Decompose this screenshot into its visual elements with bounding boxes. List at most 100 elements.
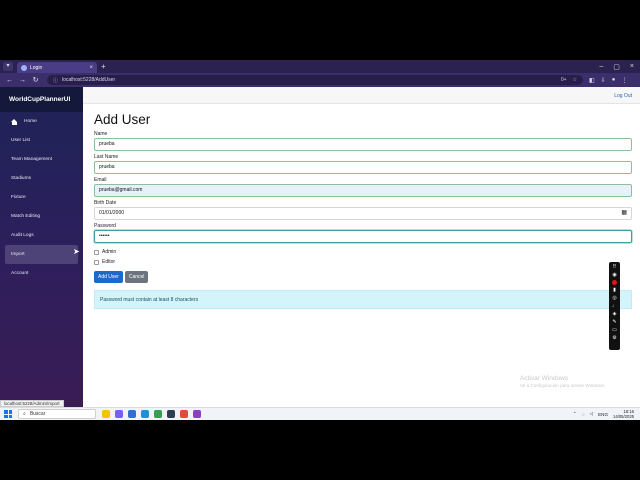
zoom-indicator[interactable]: 0+	[561, 77, 567, 83]
search-icon: ⌕	[23, 411, 26, 417]
reload-icon[interactable]: ↻	[32, 76, 39, 84]
favicon-icon	[21, 64, 27, 71]
sidebar-item-fixture[interactable]: Fixture	[0, 188, 83, 207]
draw-icon[interactable]: ✎	[612, 319, 616, 325]
watermark-title: Activar Windows	[520, 375, 569, 382]
network-icon[interactable]: ◌	[582, 412, 585, 417]
folder-icon[interactable]: ▭	[612, 327, 617, 333]
name-input[interactable]: prueba	[94, 138, 632, 151]
sidebar-item-home[interactable]: Home	[0, 112, 83, 131]
sidebar-item-audit-logs[interactable]: Audit Logs	[0, 226, 83, 245]
editor-label: Editor	[102, 259, 116, 265]
admin-checkbox[interactable]	[94, 249, 99, 255]
pause-icon[interactable]: ▮	[613, 287, 616, 293]
app-top-bar: Log Out	[83, 87, 640, 104]
admin-checkbox-row[interactable]: Admin	[94, 249, 634, 255]
email-label: Email	[94, 177, 107, 183]
volume-icon[interactable]: ◁	[590, 411, 594, 417]
clock-date: 14/05/2025	[613, 414, 634, 419]
grip-icon[interactable]: ⠿	[613, 264, 617, 270]
microphone-icon[interactable]: ♩	[612, 303, 617, 309]
forward-icon[interactable]: →	[19, 77, 26, 84]
window-controls: – ▢ ×	[599, 63, 634, 71]
browser-toolbar: ← → ↻ ⓘ localhost:5228/AddUser 0+ ☆ ◧ ⇩ …	[0, 73, 640, 87]
chrome-icon[interactable]	[180, 410, 188, 418]
audio-icon[interactable]: ◈	[613, 311, 617, 317]
bookmark-star-icon[interactable]: ☆	[573, 77, 577, 83]
email-input[interactable]: prueba@gmail.com	[94, 184, 632, 197]
sidebar-item-label: Home	[24, 119, 37, 124]
system-tray: ⌃ ◌ ◁ ENG 18:16 14/05/2025	[573, 409, 634, 419]
birth-date-input[interactable]: 01/01/2000 ▦	[94, 207, 632, 220]
cancel-button[interactable]: Cancel	[124, 271, 149, 283]
extensions-icon[interactable]: ◧	[589, 77, 595, 84]
browser-tab[interactable]: Login ×	[17, 62, 97, 73]
new-tab-icon[interactable]: +	[101, 62, 106, 71]
tray-chevron-icon[interactable]: ⌃	[573, 411, 577, 417]
profile-icon[interactable]: ●	[612, 77, 616, 84]
sidebar-item-stadiums[interactable]: Stadiums	[0, 169, 83, 188]
maximize-icon[interactable]: ▢	[613, 63, 620, 71]
browser-tab-bar: ▾ Login × + – ▢ ×	[0, 60, 640, 73]
clock[interactable]: 18:16 14/05/2025	[613, 409, 634, 419]
sidebar-nav: Home User List Team Management Stadiums …	[0, 112, 83, 283]
add-user-button[interactable]: Add User	[94, 271, 123, 283]
sidebar-item-team-management[interactable]: Team Management	[0, 150, 83, 169]
visual-studio-icon[interactable]	[193, 410, 201, 418]
sidebar-item-import[interactable]: Import	[5, 245, 78, 264]
taskbar-search[interactable]: ⌕ Buscar	[18, 409, 96, 419]
site-info-icon[interactable]: ⓘ	[53, 77, 58, 84]
recording-toolbar: ⠿ ◉ ▮ ◎ ♩ ◈ ✎ ▭ ⚙	[609, 262, 620, 350]
calendar-icon[interactable]: ▦	[621, 208, 627, 219]
windows-taskbar: ⌕ Buscar ⌃ ◌ ◁ ENG 18:16 14/05/2025	[0, 407, 640, 420]
birth-date-value: 01/01/2000	[99, 210, 125, 216]
home-icon	[11, 118, 18, 125]
address-bar[interactable]: ⓘ localhost:5228/AddUser 0+ ☆	[47, 75, 583, 85]
sidebar-item-user-list[interactable]: User List	[0, 131, 83, 150]
birth-date-label: Birth Date	[94, 200, 117, 206]
downloads-icon[interactable]: ⇩	[601, 77, 606, 84]
sidebar-item-match-editing[interactable]: Match Editing	[0, 207, 83, 226]
editor-checkbox[interactable]	[94, 259, 99, 265]
form-actions: Add User Cancel	[94, 271, 634, 283]
camera-icon[interactable]: ◉	[612, 272, 616, 278]
app-brand[interactable]: WorldCupPlannerUI	[0, 87, 83, 112]
url-text: localhost:5228/AddUser	[62, 77, 116, 83]
taskbar-apps	[102, 410, 201, 418]
password-label: Password	[94, 223, 116, 229]
webcam-icon[interactable]: ◎	[612, 295, 616, 301]
sidebar-item-account[interactable]: Account	[0, 264, 83, 283]
add-user-form: Add User Name prueba Last Name prueba Em…	[94, 112, 634, 309]
back-icon[interactable]: ←	[6, 77, 13, 84]
validation-alert: Password must contain at least 8 charact…	[94, 290, 632, 309]
record-icon[interactable]	[612, 280, 617, 285]
tab-close-icon[interactable]: ×	[89, 65, 93, 71]
admin-label: Admin	[102, 249, 117, 255]
language-indicator[interactable]: ENG	[598, 412, 608, 417]
weather-icon[interactable]	[102, 410, 110, 418]
minimize-icon[interactable]: –	[599, 63, 603, 71]
sidebar: WorldCupPlannerUI Home User List Team Ma…	[0, 87, 83, 407]
settings-icon[interactable]: ⚙	[612, 335, 616, 341]
watermark-subtitle: Ve a Configuración para activar Windows.	[520, 383, 606, 388]
terminal-icon[interactable]	[167, 410, 175, 418]
copilot-icon[interactable]	[115, 410, 123, 418]
password-input[interactable]: ••••••	[94, 230, 632, 243]
tab-search-icon[interactable]: ▾	[3, 62, 13, 71]
last-name-label: Last Name	[94, 154, 119, 160]
status-bar-url: localhost:5228/Admin/Import	[0, 400, 64, 407]
screen: ▾ Login × + – ▢ × ← → ↻ ⓘ localhost:5228…	[0, 60, 640, 420]
editor-checkbox-row[interactable]: Editor	[94, 259, 634, 265]
edge-icon[interactable]	[141, 410, 149, 418]
taskbar-search-placeholder: Buscar	[29, 411, 46, 417]
logout-link[interactable]: Log Out	[614, 93, 632, 99]
store-icon[interactable]	[154, 410, 162, 418]
mouse-pointer-icon: ➤	[73, 247, 80, 256]
browser-menu-icon[interactable]: ⋮	[621, 77, 627, 84]
file-explorer-icon[interactable]	[128, 410, 136, 418]
last-name-input[interactable]: prueba	[94, 161, 632, 174]
windows-start-icon[interactable]	[4, 410, 12, 418]
activation-watermark: Activar Windows Ve a Configuración para …	[520, 375, 605, 388]
page-title: Add User	[94, 112, 151, 127]
close-window-icon[interactable]: ×	[630, 63, 634, 71]
